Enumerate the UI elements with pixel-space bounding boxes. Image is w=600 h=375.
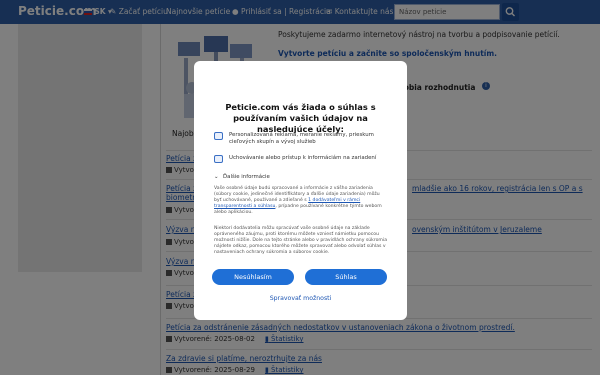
more-info-toggle[interactable]: ⌄ Ďalšie informácie bbox=[214, 174, 270, 180]
reject-button[interactable]: Nesúhlasím bbox=[212, 269, 294, 285]
manage-options-link[interactable]: Spravovať možnosti bbox=[194, 295, 407, 302]
device-icon bbox=[214, 155, 223, 163]
chevron-down-icon: ⌄ bbox=[214, 174, 219, 180]
accept-button[interactable]: Súhlas bbox=[305, 269, 387, 285]
consent-title: Peticie.com vás žiada o súhlas s používa… bbox=[225, 102, 376, 134]
consent-dialog: Peticie.com vás žiada o súhlas s používa… bbox=[194, 61, 407, 320]
consent-paragraph-1: Vaše osobné údaje budú spracované a info… bbox=[214, 186, 382, 216]
people-icon bbox=[214, 132, 223, 140]
consent-paragraph-2: Niektorí dodávatelia môžu spracúvať vaše… bbox=[214, 226, 388, 256]
